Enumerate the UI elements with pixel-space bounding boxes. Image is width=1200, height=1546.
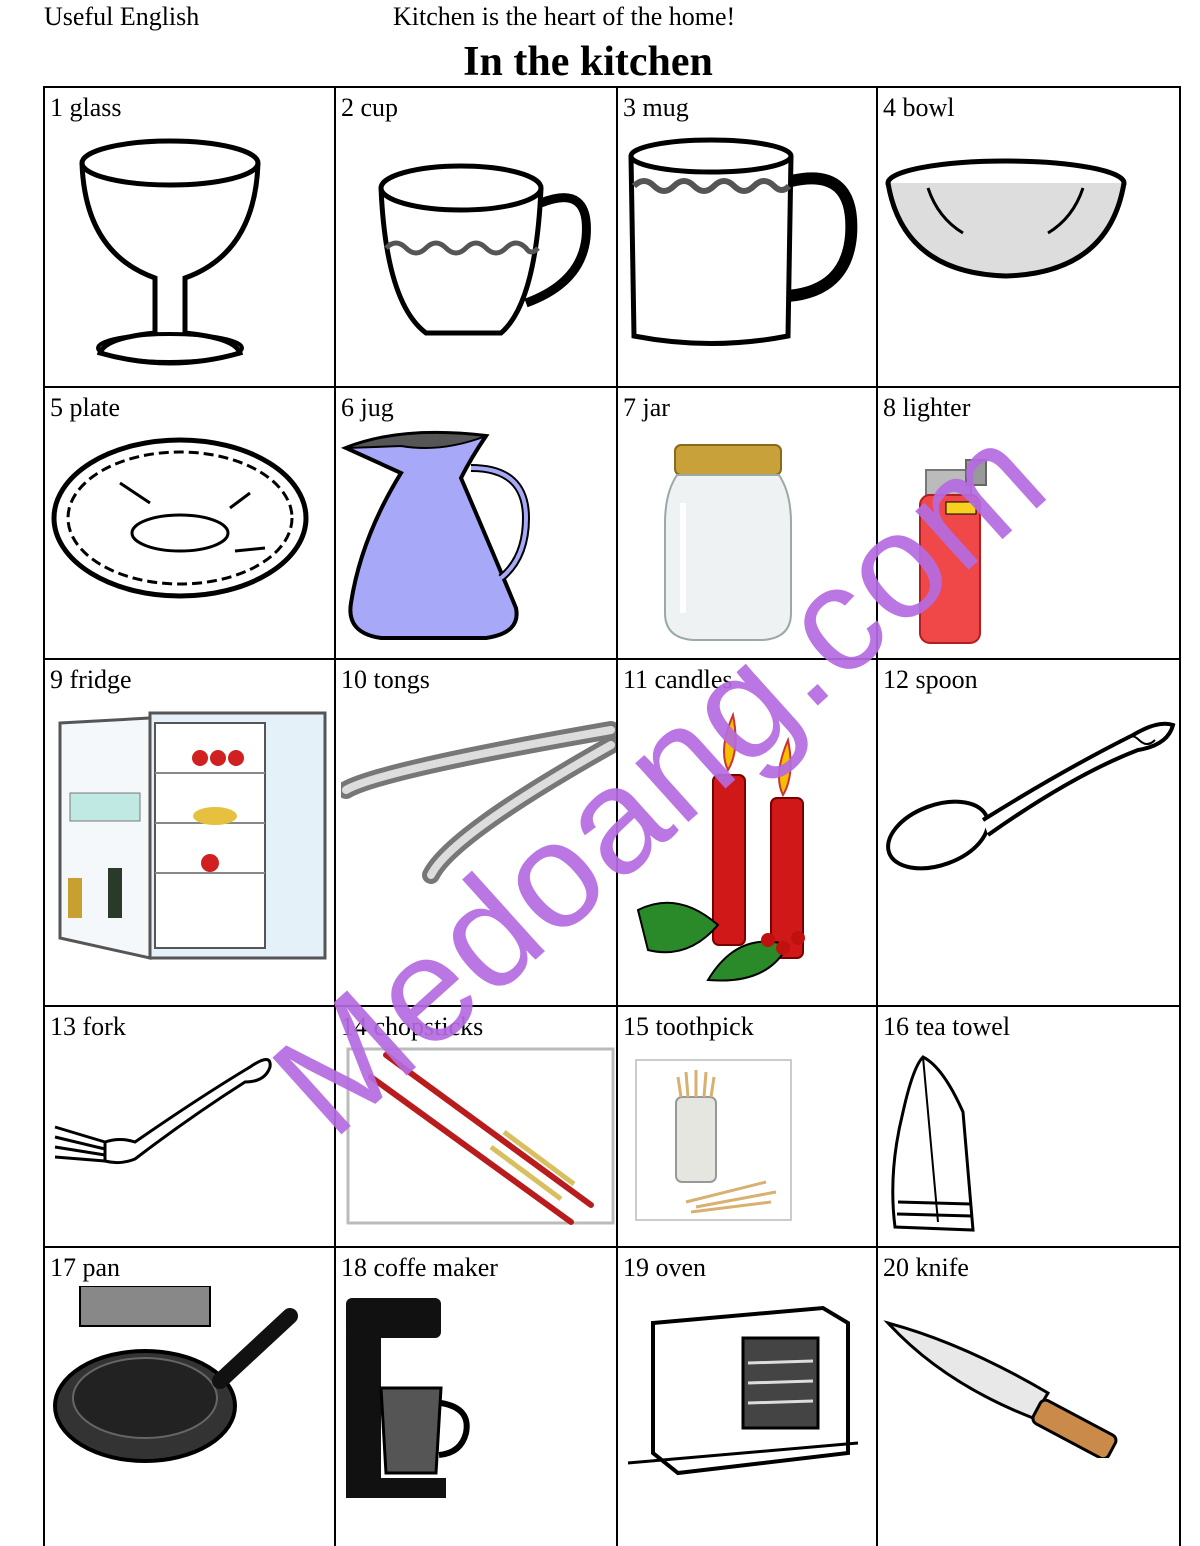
- cell-oven: 19 oven: [618, 1248, 876, 1546]
- spoon-icon: [886, 721, 1176, 871]
- cell-chopsticks: 14 chopsticks: [336, 1007, 616, 1246]
- toothpick-icon: [635, 1059, 792, 1221]
- cell-pan: 17 pan: [45, 1248, 334, 1546]
- glass-icon: [79, 138, 261, 366]
- cell-jar: 7 jar: [618, 388, 876, 658]
- cell-tongs: 10 tongs: [336, 660, 616, 1005]
- cell-glass: 1 glass: [45, 88, 334, 386]
- tea-towel-icon: [891, 1055, 975, 1232]
- item-label: 9 fridge: [50, 665, 132, 694]
- item-label: 18 coffe maker: [341, 1253, 498, 1282]
- cell-coffee-maker: 18 coffe maker: [336, 1248, 616, 1546]
- item-label: 2 cup: [341, 93, 399, 122]
- cell-cup: 2 cup: [336, 88, 616, 386]
- item-label: 15 toothpick: [623, 1012, 754, 1041]
- item-label: 13 fork: [50, 1012, 126, 1041]
- item-label: 11 candles: [623, 665, 733, 694]
- cell-knife: 20 knife: [878, 1248, 1179, 1546]
- item-label: 1 glass: [50, 93, 122, 122]
- item-label: 7 jar: [623, 393, 670, 422]
- vocabulary-grid: 1 glass 2 cup 3 mug 4 bowl 5 plate 6 jug…: [43, 86, 1181, 1546]
- jar-icon: [664, 444, 792, 641]
- oven-icon: [627, 1305, 859, 1476]
- cup-icon: [378, 163, 591, 336]
- item-label: 6 jug: [341, 393, 394, 422]
- bowl-icon: [885, 158, 1127, 279]
- jug-icon: [341, 430, 531, 640]
- lighter-icon: [919, 459, 987, 644]
- cell-spoon: 12 spoon: [878, 660, 1179, 1005]
- fork-icon: [54, 1058, 272, 1165]
- item-label: 17 pan: [50, 1253, 121, 1282]
- item-label: 12 spoon: [883, 665, 978, 694]
- plate-icon: [51, 437, 309, 599]
- cell-tea-towel: 16 tea towel: [878, 1007, 1179, 1246]
- header-subtitle: Kitchen is the heart of the home!: [393, 2, 736, 31]
- candles-icon: [636, 711, 805, 982]
- item-label: 8 lighter: [883, 393, 971, 422]
- knife-icon: [883, 1320, 1118, 1458]
- page-title: In the kitchen: [463, 39, 713, 85]
- cell-toothpick: 15 toothpick: [618, 1007, 876, 1246]
- item-label: 20 knife: [883, 1253, 969, 1282]
- header-left: Useful English: [44, 2, 200, 31]
- pan-icon: [53, 1286, 298, 1463]
- item-label: 5 plate: [50, 393, 121, 422]
- cell-candles: 11 candles: [618, 660, 876, 1005]
- item-label: 10 tongs: [341, 665, 430, 694]
- cell-plate: 5 plate: [45, 388, 334, 658]
- item-label: 3 mug: [623, 93, 689, 122]
- cell-mug: 3 mug: [618, 88, 876, 386]
- cell-jug: 6 jug: [336, 388, 616, 658]
- item-label: 14 chopsticks: [341, 1012, 484, 1041]
- coffee-maker-icon: [346, 1298, 470, 1498]
- cell-bowl: 4 bowl: [878, 88, 1179, 386]
- mug-icon: [628, 137, 858, 346]
- cell-fridge: 9 fridge: [45, 660, 334, 1005]
- item-label: 4 bowl: [883, 93, 955, 122]
- fridge-icon: [58, 711, 327, 960]
- cell-lighter: 8 lighter: [878, 388, 1179, 658]
- cell-fork: 13 fork: [45, 1007, 334, 1246]
- item-label: 16 tea towel: [883, 1012, 1011, 1041]
- item-label: 19 oven: [623, 1253, 707, 1282]
- tongs-icon: [341, 721, 616, 884]
- chopsticks-icon: [346, 1047, 615, 1225]
